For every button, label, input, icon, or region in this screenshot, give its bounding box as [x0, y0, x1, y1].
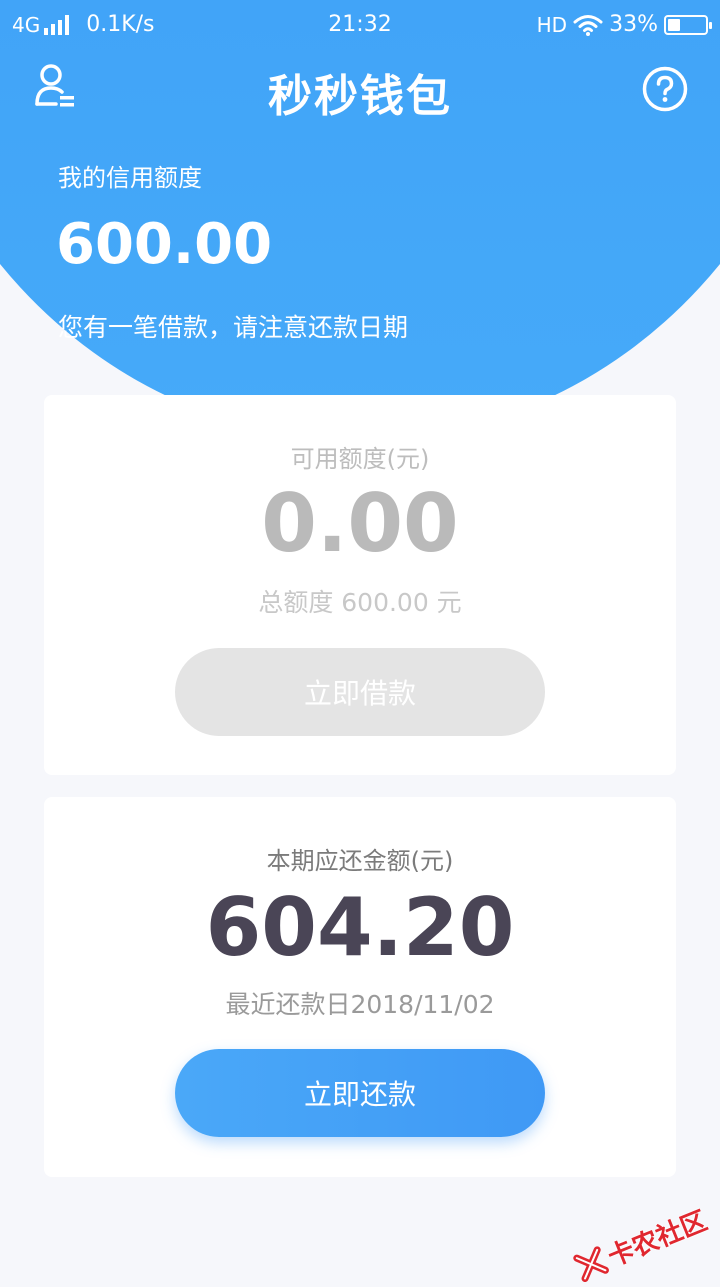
available-credit-card: 可用额度(元) 0.00 总额度 600.00 元 立即借款: [44, 395, 676, 775]
wifi-icon: [573, 14, 603, 36]
credit-value: 600.00: [56, 212, 273, 277]
status-right: HD 33%: [536, 12, 712, 37]
available-credit-label: 可用额度(元): [290, 445, 430, 473]
battery-percent: 33%: [609, 12, 658, 37]
watermark: 卡农社区: [570, 1200, 712, 1286]
question-circle-icon[interactable]: [642, 66, 688, 112]
hd-indicator: HD: [536, 12, 568, 37]
repayment-amount: 604.20: [205, 881, 515, 974]
watermark-logo-icon: [573, 1245, 609, 1282]
status-bar: 4G 0.1K/s 21:32 HD 33%: [0, 0, 720, 50]
battery-level: [668, 18, 680, 31]
page-title: 秒秒钱包: [268, 71, 452, 122]
total-credit-text: 总额度 600.00 元: [258, 588, 462, 617]
credit-label: 我的信用额度: [58, 164, 202, 192]
watermark-text: 卡农社区: [603, 1206, 712, 1273]
repay-now-button[interactable]: 立即还款: [175, 1049, 545, 1137]
available-credit-amount: 0.00: [261, 477, 459, 570]
due-date-text: 最近还款日2018/11/02: [225, 990, 495, 1019]
nav-bar: 秒秒钱包: [0, 52, 720, 122]
loan-notice: 您有一笔借款，请注意还款日期: [58, 313, 409, 342]
battery-icon: [664, 14, 712, 35]
borrow-now-button[interactable]: 立即借款: [175, 648, 545, 736]
repayment-amount-label: 本期应还金额(元): [266, 847, 454, 875]
repayment-card: 本期应还金额(元) 604.20 最近还款日2018/11/02 立即还款: [44, 797, 676, 1177]
